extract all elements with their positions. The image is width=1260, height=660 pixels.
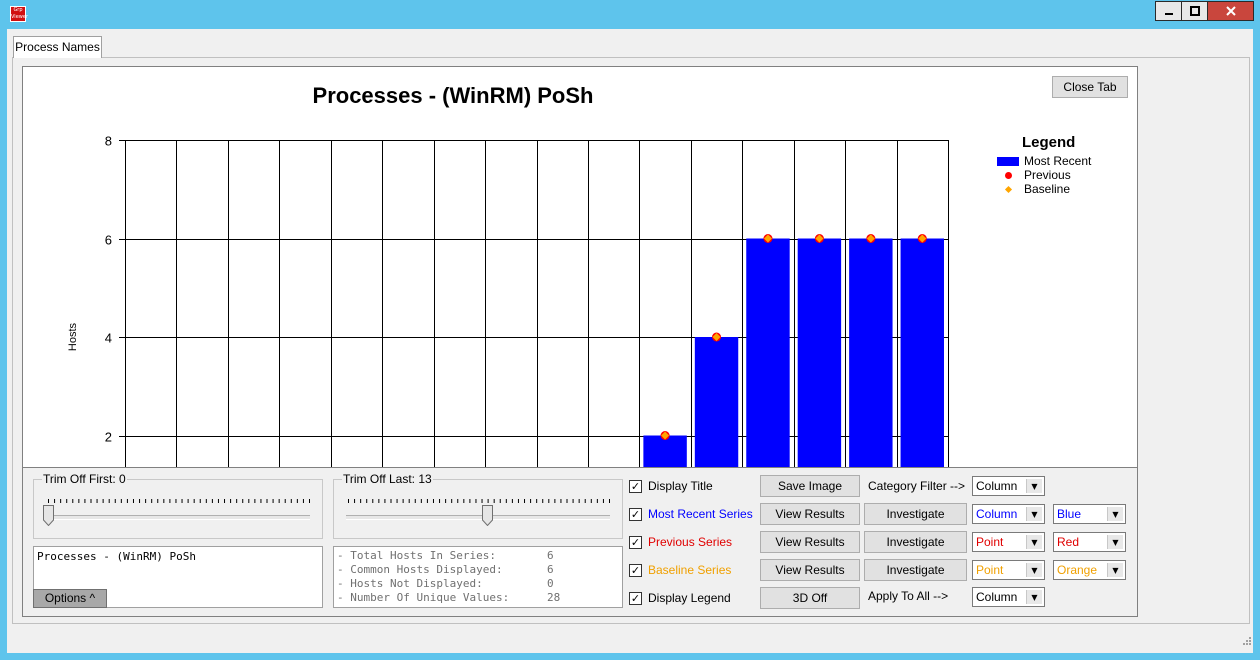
category-filter-select[interactable]: Column ▼ [972,476,1045,496]
y-tick-label: 6 [105,233,112,248]
bar [900,238,944,467]
series-stats-box: - Total Hosts In Series: 6- Common Hosts … [333,546,623,608]
trim-last-slider-thumb[interactable] [482,505,494,526]
trim-first-group: Trim Off First: 0 [33,472,323,539]
most-recent-type-select[interactable]: Column ▼ [972,504,1045,524]
stats-value: 0 [547,577,554,590]
stats-value: 28 [547,591,561,604]
controls-panel: Trim Off First: 0 Trim Off Last: 13 Proc… [22,467,1138,617]
bar [694,337,739,467]
view-results-baseline-button[interactable]: View Results [760,559,860,581]
application-window: Grp Viewer Process Names 2 4 6 8 Hosts Proce… [0,0,1260,660]
stats-label: - Hosts Not Displayed: [337,577,483,590]
maximize-icon [1189,6,1200,16]
minimize-button[interactable] [1155,1,1182,21]
legend-item-previous: Previous [997,168,1071,182]
apply-all-select[interactable]: Column ▼ [972,587,1045,607]
most-recent-series-checkbox[interactable]: ✓ Most Recent Series [629,507,753,521]
view-results-most-recent-button[interactable]: View Results [760,503,860,525]
display-title-checkbox[interactable]: ✓ Display Title [629,479,713,493]
save-image-button[interactable]: Save Image [760,475,860,497]
y-tick-label: 2 [105,430,112,445]
bar [797,238,842,467]
baseline-type-select[interactable]: Point ▼ [972,560,1045,580]
trim-last-group: Trim Off Last: 13 [333,472,623,539]
view-results-previous-button[interactable]: View Results [760,531,860,553]
close-window-button[interactable] [1207,1,1254,21]
category-filter-label: Category Filter --> [868,479,966,493]
legend-item-most-recent: Most Recent [997,154,1091,168]
dropdown-arrow-icon: ▼ [1026,535,1042,549]
trim-first-ticks [48,499,310,503]
stats-row: - Total Hosts In Series: 6 [337,549,619,563]
stats-value: 6 [547,549,554,562]
baseline-color-select[interactable]: Orange ▼ [1053,560,1126,580]
bar [746,238,790,467]
most-recent-color-select[interactable]: Blue ▼ [1053,504,1126,524]
stats-row: - Common Hosts Displayed: 6 [337,563,619,577]
dropdown-arrow-icon: ▼ [1107,535,1123,549]
tab-process-names[interactable]: Process Names [13,36,102,58]
options-button[interactable]: Options ^ [33,589,107,608]
legend-item-baseline: Baseline [997,182,1070,196]
baseline-series-checkbox[interactable]: ✓ Baseline Series [629,563,731,577]
apply-to-all-label: Apply To All --> [868,589,949,603]
legend-swatch-blue [997,156,1019,166]
display-legend-checkbox[interactable]: ✓ Display Legend [629,591,731,605]
checkmark-icon: ✓ [629,507,642,521]
stats-label: - Number Of Unique Values: [337,591,510,604]
trim-last-label: Trim Off Last: 13 [342,472,433,486]
trim-first-label: Trim Off First: 0 [42,472,127,486]
checkmark-icon: ✓ [629,563,642,577]
stats-row: - Number Of Unique Values: 28 [337,591,619,605]
dropdown-arrow-icon: ▼ [1026,479,1042,493]
chart-panel: 2 4 6 8 Hosts Processes - (WinRM) PoSh Close… [22,66,1138,468]
bar [849,238,893,467]
investigate-most-recent-button[interactable]: Investigate [864,503,967,525]
previous-color-select[interactable]: Red ▼ [1053,532,1126,552]
investigate-previous-button[interactable]: Investigate [864,531,967,553]
app-icon: Grp Viewer [10,6,28,22]
previous-type-select[interactable]: Point ▼ [972,532,1045,552]
legend-title: Legend [1022,134,1076,151]
y-tick-label: 8 [105,134,112,149]
legend-marker-orange [1004,185,1012,193]
stats-list: - Total Hosts In Series: 6- Common Hosts … [337,549,619,605]
dropdown-arrow-icon: ▼ [1026,590,1042,604]
dropdown-arrow-icon: ▼ [1107,563,1123,577]
trim-last-ticks [348,499,610,503]
resize-grip-icon[interactable] [1240,636,1252,648]
investigate-baseline-button[interactable]: Investigate [864,559,967,581]
dropdown-arrow-icon: ▼ [1107,507,1123,521]
chart-canvas: 2 4 6 8 Hosts [67,134,949,467]
trim-first-slider-thumb[interactable] [43,505,54,526]
close-icon [1225,6,1236,16]
previous-series-checkbox[interactable]: ✓ Previous Series [629,535,732,549]
y-axis-label: Hosts [67,322,79,351]
title-textbox-value: Processes - (WinRM) PoSh [37,550,196,563]
y-tick-label: 4 [105,331,112,346]
checkmark-icon: ✓ [629,479,642,493]
close-tab-button[interactable]: Close Tab [1052,76,1128,98]
3d-toggle-button[interactable]: 3D Off [760,587,860,609]
dropdown-arrow-icon: ▼ [1026,563,1042,577]
stats-label: - Total Hosts In Series: [337,549,496,562]
chart-title: Processes - (WinRM) PoSh [312,83,594,108]
stats-label: - Common Hosts Displayed: [337,563,503,576]
checkmark-icon: ✓ [629,591,642,605]
checkmark-icon: ✓ [629,535,642,549]
trim-last-track [346,515,610,520]
legend-marker-red [1004,171,1012,179]
dropdown-arrow-icon: ▼ [1026,507,1042,521]
stats-value: 6 [547,563,554,576]
trim-first-track [46,515,310,520]
bar [643,435,687,467]
maximize-button[interactable] [1181,1,1208,21]
stats-row: - Hosts Not Displayed: 0 [337,577,619,591]
minimize-icon [1164,13,1173,15]
